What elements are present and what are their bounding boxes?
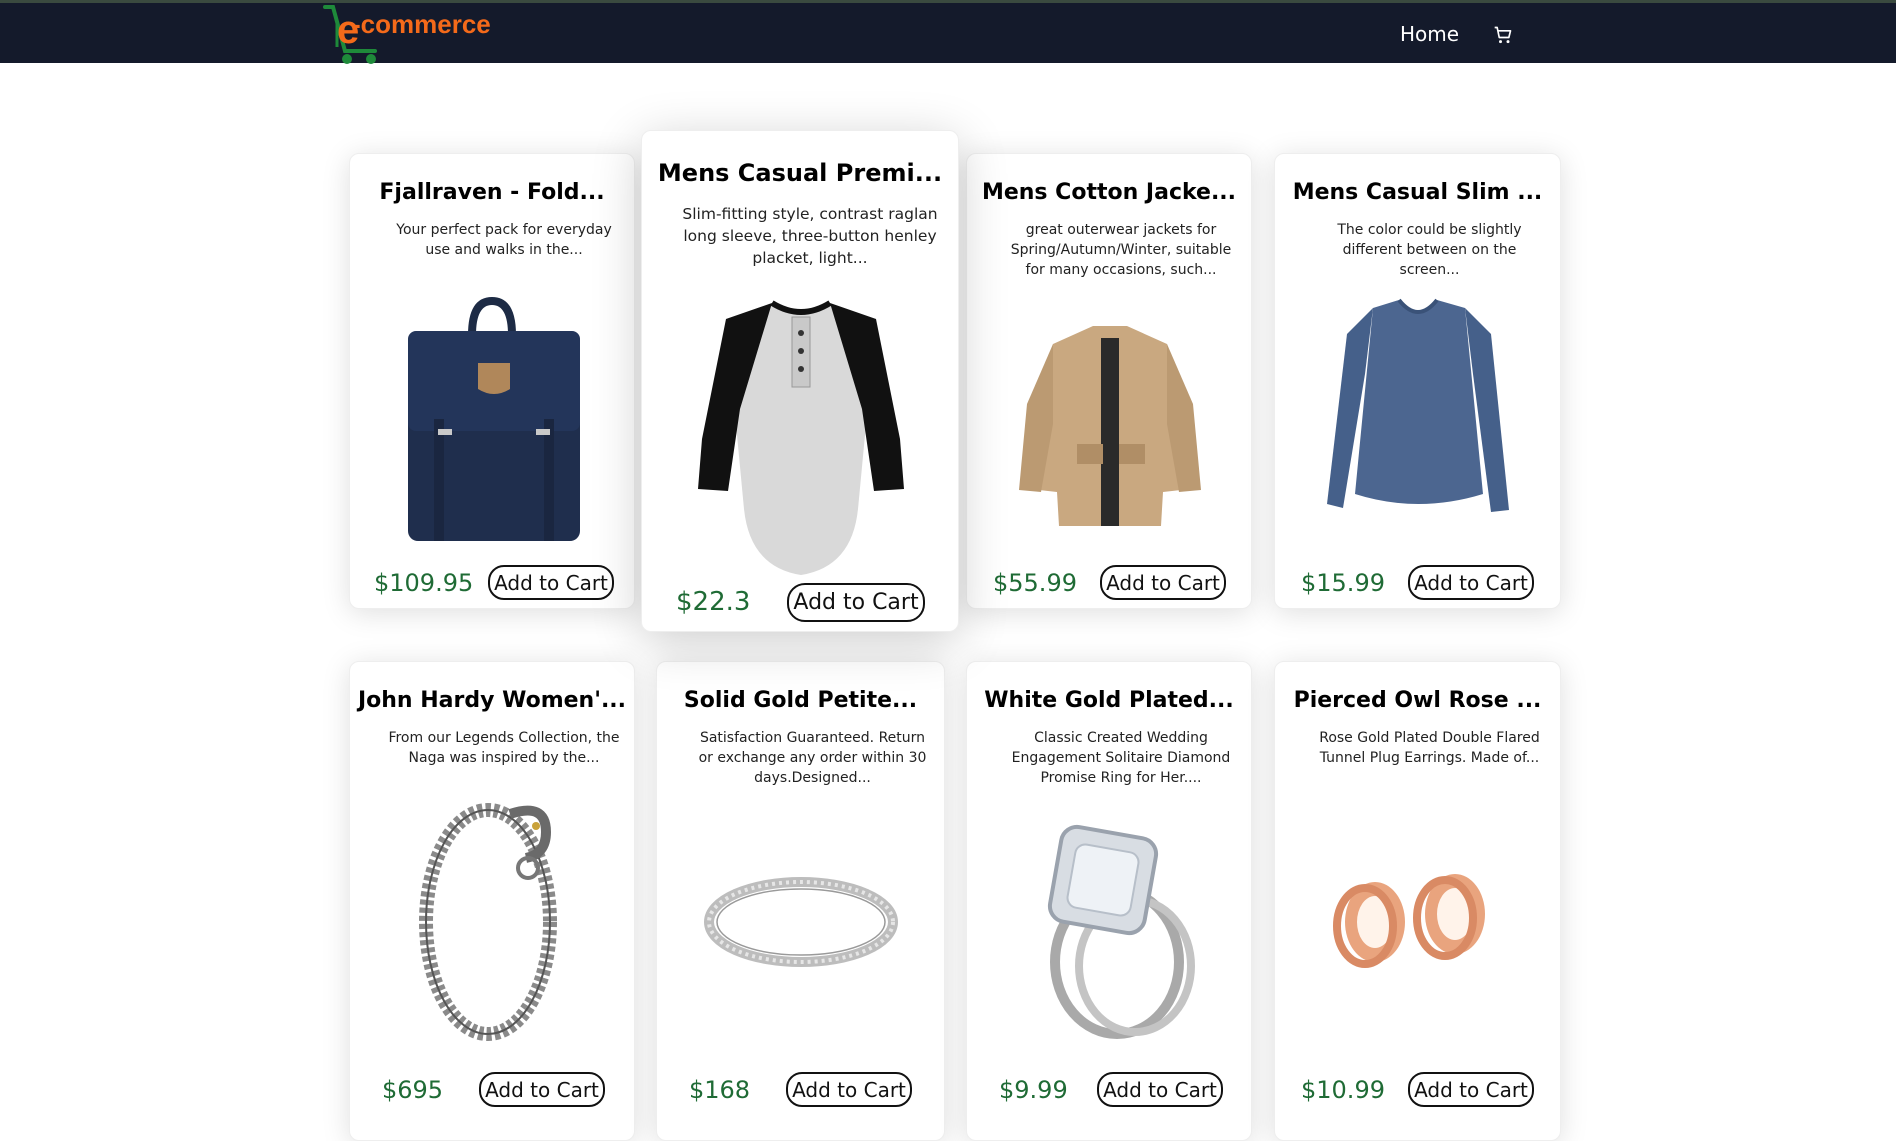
product-description: great outerwear jackets for Spring/Autum… xyxy=(1010,222,1232,278)
product-description: Your perfect pack for everyday use and w… xyxy=(396,222,612,258)
product-price: $168 xyxy=(689,1076,751,1104)
product-title: Mens Casual Slim ... xyxy=(1292,180,1543,205)
navy-backpack-image xyxy=(408,296,580,541)
shopping-cart-icon[interactable] xyxy=(1493,25,1513,45)
product-card[interactable]: Mens Casual Slim ... The color could be … xyxy=(1274,153,1561,609)
product-description: Rose Gold Plated Double Flared Tunnel Pl… xyxy=(1319,730,1540,766)
silver-band-ring-image xyxy=(704,877,898,967)
product-card[interactable]: Mens Cotton Jacke... great outerwear jac… xyxy=(966,153,1252,609)
blue-longsleeve-shirt-image xyxy=(1327,298,1509,512)
product-price: $10.99 xyxy=(1301,1076,1385,1104)
logo-text[interactable]: -commerce xyxy=(352,9,491,40)
add-to-cart-button[interactable]: Add to Cart xyxy=(787,583,925,622)
add-to-cart-button[interactable]: Add to Cart xyxy=(1100,565,1226,600)
product-description: Classic Created Wedding Engagement Solit… xyxy=(1011,730,1231,786)
product-description: Slim-fitting style, contrast raglan long… xyxy=(682,205,938,267)
diamond-engagement-ring-image xyxy=(1047,824,1195,1039)
add-to-cart-button[interactable]: Add to Cart xyxy=(1408,1072,1534,1107)
product-title: Mens Cotton Jacke... xyxy=(981,180,1237,205)
product-title: Mens Casual Premi... xyxy=(657,159,943,187)
product-price: $109.95 xyxy=(374,569,474,597)
product-description: Satisfaction Guaranteed. Return or excha… xyxy=(698,730,927,786)
product-card[interactable]: Solid Gold Petite... Satisfaction Guaran… xyxy=(656,661,945,1141)
product-price: $55.99 xyxy=(993,569,1077,597)
product-title: White Gold Plated... xyxy=(984,688,1234,713)
product-title: Pierced Owl Rose ... xyxy=(1293,688,1542,713)
rose-gold-plug-earrings-image xyxy=(1333,874,1485,968)
navbar: e -commerce Home xyxy=(0,0,1896,64)
nav-home-link[interactable]: Home xyxy=(1400,22,1459,46)
product-price: $695 xyxy=(382,1076,444,1104)
add-to-cart-button[interactable]: Add to Cart xyxy=(479,1072,605,1107)
product-description: The color could be slightly different be… xyxy=(1337,222,1522,278)
add-to-cart-button[interactable]: Add to Cart xyxy=(488,565,614,600)
product-title: John Hardy Women'... xyxy=(357,688,627,713)
product-card[interactable]: Fjallraven - Fold... Your perfect pack f… xyxy=(349,153,635,609)
product-title: Solid Gold Petite... xyxy=(683,688,918,713)
product-card[interactable]: White Gold Plated... Classic Created Wed… xyxy=(966,661,1252,1141)
product-price: $15.99 xyxy=(1301,569,1385,597)
product-description: From our Legends Collection, the Naga wa… xyxy=(388,730,620,766)
product-card[interactable]: Mens Casual Premi... Slim-fitting style,… xyxy=(641,130,959,632)
product-price: $9.99 xyxy=(999,1076,1068,1104)
raglan-henley-shirt-image xyxy=(698,300,904,575)
add-to-cart-button[interactable]: Add to Cart xyxy=(1408,565,1534,600)
dragon-chain-bracelet-image xyxy=(419,803,557,1041)
product-card[interactable]: John Hardy Women'... From our Legends Co… xyxy=(349,661,635,1141)
product-price: $22.3 xyxy=(676,587,751,617)
add-to-cart-button[interactable]: Add to Cart xyxy=(1097,1072,1223,1107)
khaki-cotton-jacket-image xyxy=(1019,326,1201,526)
product-title: Fjallraven - Fold... xyxy=(379,180,605,205)
product-card[interactable]: Pierced Owl Rose ... Rose Gold Plated Do… xyxy=(1274,661,1561,1141)
add-to-cart-button[interactable]: Add to Cart xyxy=(786,1072,912,1107)
